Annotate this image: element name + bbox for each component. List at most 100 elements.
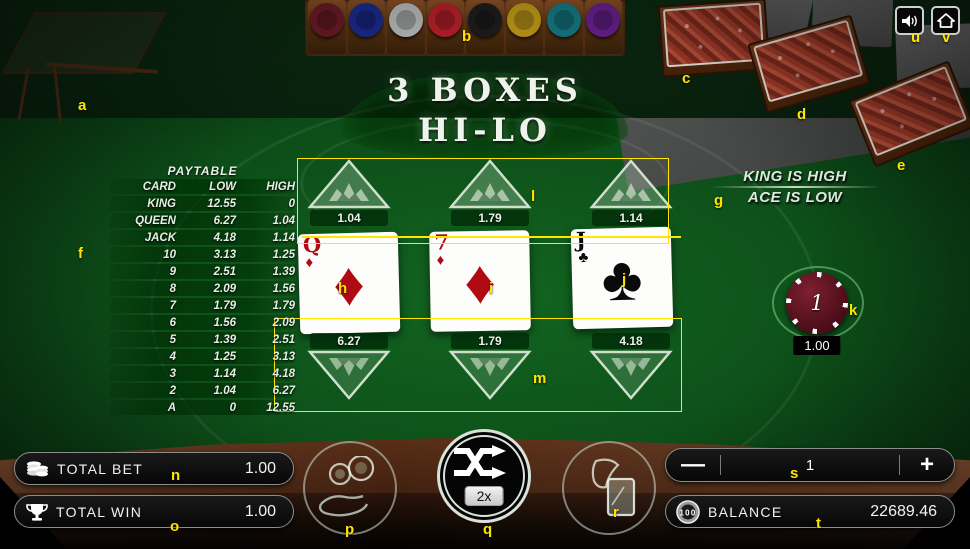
sound-on-icon: [901, 14, 917, 27]
annotation-label-f: f: [78, 245, 83, 262]
paytable-cell-low: 12.55: [207, 197, 236, 210]
annotation-label-h: h: [338, 280, 348, 297]
paytable-row: 9 2.51 1.39: [108, 263, 297, 280]
annotation-label-n: n: [171, 467, 181, 484]
game-screen: 3 BOXES HI-LO PAYTABLE CARD LOW HIGH KIN…: [0, 0, 970, 549]
paytable-cell-high: 6.27: [272, 384, 295, 397]
paytable-row: JACK 4.18 1.14: [108, 229, 297, 246]
paytable-row: 3 1.14 4.18: [108, 365, 297, 382]
paytable-cell-low: 2.51: [213, 265, 236, 278]
bet-increase-button[interactable]: +: [900, 453, 954, 477]
paytable-row: KING 12.55 0: [108, 195, 297, 212]
paytable-cell-high: 4.18: [272, 367, 295, 380]
annotation-label-a: a: [78, 97, 87, 114]
paytable-cell-card: 2: [169, 384, 176, 397]
shuffle-icon: [454, 445, 506, 479]
multiplier-badge[interactable]: 2x: [464, 486, 504, 506]
svg-text:100: 100: [679, 508, 696, 517]
chip-100-icon: 100: [676, 499, 700, 524]
paytable-cell-low: 1.79: [213, 299, 236, 312]
paytable-col-low: LOW: [209, 180, 236, 193]
bet-stepper[interactable]: — 1 +: [665, 448, 955, 482]
paytable-cell-card: JACK: [144, 231, 176, 244]
paytable-cell-low: 1.14: [213, 367, 236, 380]
total-win-display: TOTAL WIN 1.00: [14, 495, 294, 528]
paytable-cell-card: 5: [169, 333, 176, 346]
paytable-cell-low: 1.04: [213, 384, 236, 397]
paytable-row: QUEEN 6.27 1.04: [108, 212, 297, 229]
total-win-value: 1.00: [244, 502, 276, 520]
rules-divider: [710, 186, 880, 188]
annotation-label-q: q: [483, 521, 493, 538]
paytable-row: 8 2.09 1.56: [108, 280, 297, 297]
paytable-cell-high: 1.04: [272, 214, 295, 227]
king-is-high-label: KING IS HIGH: [743, 168, 847, 185]
player-card-2[interactable]: 7 ♦ ♦: [429, 230, 531, 332]
paytable-cell-high: 0: [288, 197, 295, 210]
paytable-cell-card: KING: [147, 197, 176, 210]
paytable-cell-card: 4: [169, 350, 176, 363]
total-bet-label: TOTAL BET: [57, 460, 144, 477]
annotation-label-i: i: [489, 280, 494, 297]
annotation-label-r: r: [613, 504, 619, 521]
paytable-cell-high: 1.14: [272, 231, 295, 244]
chip-amount-label: 1.00: [793, 336, 841, 355]
annotation-label-b: b: [462, 28, 472, 45]
trophy-icon: [26, 502, 48, 522]
paytable-row: 5 1.39 2.51: [108, 331, 297, 348]
bet-amount-value: 1: [805, 456, 815, 474]
paytable-cell-high: 1.56: [272, 282, 295, 295]
paytable-cell-card: A: [167, 401, 176, 414]
paytable-rows: KING 12.55 0 QUEEN 6.27 1.04 JACK 4.18 1.14 10 3.1…: [108, 195, 297, 416]
paytable-title: PAYTABLE: [167, 164, 238, 178]
paytable-cell-card: 3: [169, 367, 176, 380]
paytable-cell-low: 6.27: [213, 214, 236, 227]
card-small-suit-2: ♦: [436, 251, 445, 269]
bet-decrease-button[interactable]: —: [666, 453, 720, 477]
paytable-row: 10 3.13 1.25: [108, 246, 297, 263]
deal-button[interactable]: [562, 441, 656, 535]
paytable-cell-card: 10: [163, 248, 176, 261]
annotation-label-l: l: [531, 188, 536, 205]
paytable-cell-low: 1.56: [213, 316, 236, 329]
paytable-row: 7 1.79 1.79: [108, 297, 297, 314]
shuffle-deal-button[interactable]: 2x: [437, 429, 531, 523]
home-icon: [936, 13, 955, 28]
hi-lo-rules: KING IS HIGH ACE IS LOW: [710, 168, 880, 206]
paytable-cell-low: 2.09: [213, 282, 236, 295]
paytable-cell-card: 6: [169, 316, 176, 329]
game-logo: 3 BOXES HI-LO: [300, 68, 670, 164]
paytable-row: A 0 12.55: [108, 399, 297, 416]
paytable-cell-card: QUEEN: [135, 214, 176, 227]
paytable-cell-low: 0: [229, 401, 236, 414]
ace-is-low-label: ACE IS LOW: [747, 189, 843, 206]
paytable-cell-card: 9: [169, 265, 176, 278]
annotation-label-c: c: [682, 70, 691, 87]
paytable-cell-high: 3.13: [272, 350, 295, 363]
paytable-cell-high: 2.51: [272, 333, 295, 346]
annotation-label-e: e: [897, 157, 906, 174]
card-small-suit-3: ♣: [578, 248, 589, 267]
paytable: PAYTABLE CARD LOW HIGH KING 12.55 0 QUEEN 6.…: [108, 164, 297, 416]
paytable-col-card: CARD: [142, 180, 176, 193]
annotation-label-m: m: [533, 370, 547, 387]
paytable-cell-high: 2.09: [272, 316, 295, 329]
annotation-label-p: p: [345, 521, 355, 538]
paytable-cell-high: 1.25: [272, 248, 295, 261]
selected-chip[interactable]: 1 1.00: [772, 266, 864, 355]
balance-value: 22689.46: [870, 502, 937, 520]
logo-line-1: 3 BOXES: [387, 71, 583, 109]
paytable-row: 4 1.25 3.13: [108, 348, 297, 365]
total-win-label: TOTAL WIN: [56, 503, 143, 520]
paytable-cell-low: 1.39: [213, 333, 236, 346]
balance-display: 100 BALANCE 22689.46: [665, 495, 955, 528]
paytable-cell-low: 3.13: [213, 248, 236, 261]
total-bet-value: 1.00: [244, 459, 276, 477]
paytable-cell-card: 7: [169, 299, 176, 312]
paytable-cell-high: 1.79: [272, 299, 295, 312]
paytable-row: 6 1.56 2.09: [108, 314, 297, 331]
chip-stack-icon: [25, 459, 49, 479]
annotation-label-j: j: [622, 271, 627, 288]
paytable-col-high: HIGH: [266, 180, 295, 193]
paytable-cell-card: 8: [169, 282, 176, 295]
